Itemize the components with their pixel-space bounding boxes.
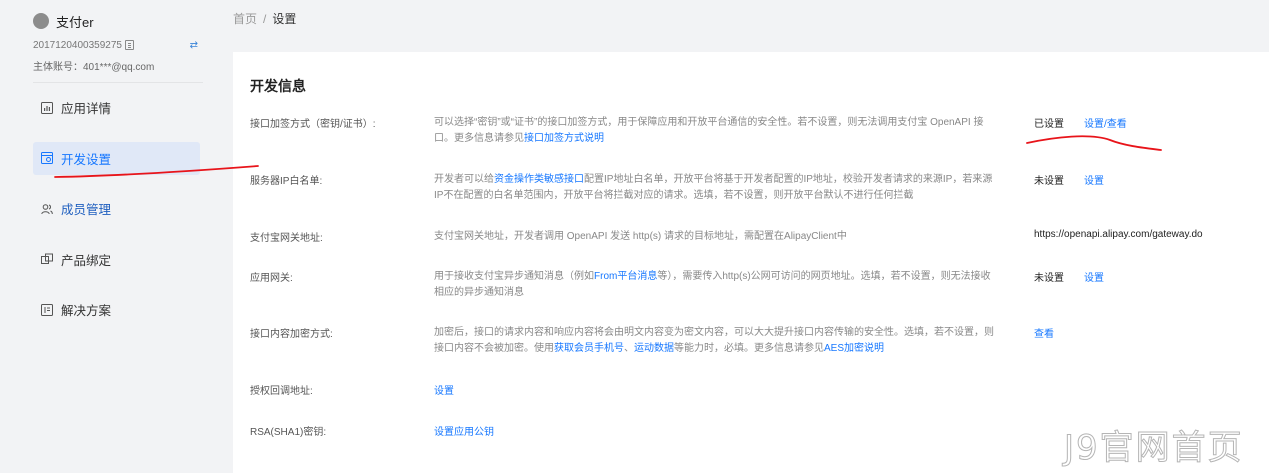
status-badge: 未设置 bbox=[1034, 273, 1064, 284]
callback-setup-link[interactable]: 设置 bbox=[434, 382, 454, 397]
row-description: 加密后，接口的请求内容和响应内容将会由明文内容变为密文内容，可以大大提升接口内容… bbox=[434, 327, 994, 354]
switch-app-icon[interactable]: ⇄ bbox=[190, 40, 198, 51]
sidebar-item-label: 产品绑定 bbox=[61, 253, 112, 268]
page-title: 开发信息 bbox=[250, 78, 306, 94]
sidebar-item-label: 开发设置 bbox=[61, 152, 112, 167]
app-avatar bbox=[33, 13, 49, 29]
member-phone-link[interactable]: 获取会员手机号 bbox=[554, 343, 624, 354]
row-description: 开发者可以给资金操作类敏感接口配置IP地址白名单，开放平台将基于开发者配置的IP… bbox=[434, 174, 993, 201]
sidebar-nav: 应用详情 开发设置 成员管理 产品绑定 解决方案 bbox=[33, 91, 200, 344]
breadcrumb-home[interactable]: 首页 bbox=[233, 12, 257, 26]
breadcrumb-separator: / bbox=[263, 12, 267, 26]
aes-doc-link[interactable]: AES加密说明 bbox=[824, 343, 884, 354]
sidebar-item-label: 应用详情 bbox=[61, 102, 112, 116]
gateway-url: https://openapi.alipay.com/gateway.do bbox=[1034, 229, 1203, 240]
row-label: RSA(SHA1)密钥: bbox=[250, 427, 327, 438]
sidebar-item-label: 成员管理 bbox=[61, 203, 112, 217]
app-header: 支付er 2017120400359275 ⇄ 主体账号：401***@qq.c… bbox=[33, 11, 203, 73]
app-id: 2017120400359275 bbox=[33, 39, 122, 51]
set-app-public-key-link[interactable]: 设置应用公钥 bbox=[434, 423, 494, 438]
row-description: 用于接收支付宝异步通知消息（例如From平台消息等），需要传入http(s)公网… bbox=[434, 271, 991, 298]
dev-settings-icon bbox=[41, 152, 53, 164]
sidebar: 支付er 2017120400359275 ⇄ 主体账号：401***@qq.c… bbox=[0, 0, 215, 473]
product-bind-icon bbox=[41, 253, 53, 265]
row-label: 授权回调地址: bbox=[250, 386, 313, 397]
copy-icon[interactable] bbox=[125, 40, 134, 50]
sidebar-item-solution[interactable]: 解决方案 bbox=[33, 293, 200, 326]
sport-data-link[interactable]: 运动数据 bbox=[634, 343, 674, 354]
watermark: J9官网首页 bbox=[1064, 428, 1244, 469]
app-name: 支付er bbox=[56, 14, 94, 30]
sensitive-api-link[interactable]: 资金操作类敏感接口 bbox=[494, 174, 584, 185]
row-description: 支付宝网关地址，开发者调用 OpenAPI 发送 http(s) 请求的目标地址… bbox=[434, 231, 847, 242]
platform-message-link[interactable]: From平台消息 bbox=[594, 271, 657, 282]
row-label: 支付宝网关地址: bbox=[250, 233, 323, 244]
ip-setup-link[interactable]: 设置 bbox=[1084, 172, 1104, 187]
sidebar-item-dev-settings[interactable]: 开发设置 bbox=[33, 141, 200, 175]
breadcrumb-current: 设置 bbox=[272, 12, 297, 26]
row-label: 接口内容加密方式: bbox=[250, 329, 333, 340]
row-label: 接口加签方式（密钥/证书）: bbox=[250, 119, 376, 130]
breadcrumb: 首页 / 设置 bbox=[233, 10, 296, 27]
sign-setup-view-link[interactable]: 设置/查看 bbox=[1084, 115, 1127, 130]
solution-icon bbox=[41, 303, 53, 316]
sidebar-divider bbox=[33, 82, 203, 83]
sidebar-item-product-bind[interactable]: 产品绑定 bbox=[33, 243, 200, 276]
app-detail-icon bbox=[41, 101, 53, 114]
dev-info-card: 开发信息 接口加签方式（密钥/证书）: 可以选择“密钥”或“证书”的接口加签方式… bbox=[233, 52, 1269, 473]
sidebar-item-label: 解决方案 bbox=[61, 304, 112, 318]
encryption-view-link[interactable]: 查看 bbox=[1034, 325, 1054, 340]
row-label: 服务器IP白名单: bbox=[250, 176, 323, 187]
status-badge: 未设置 bbox=[1034, 176, 1064, 187]
status-badge: 已设置 bbox=[1034, 119, 1064, 130]
row-label: 应用网关: bbox=[250, 273, 293, 284]
sidebar-item-app-detail[interactable]: 应用详情 bbox=[33, 91, 200, 124]
sign-method-doc-link[interactable]: 接口加签方式说明 bbox=[524, 133, 604, 144]
members-icon bbox=[41, 203, 53, 215]
app-gateway-setup-link[interactable]: 设置 bbox=[1084, 269, 1104, 284]
owner-account: 主体账号：401***@qq.com bbox=[33, 62, 155, 73]
row-description: 可以选择“密钥”或“证书”的接口加签方式，用于保障应用和开放平台通信的安全性。若… bbox=[434, 117, 984, 144]
sidebar-item-members[interactable]: 成员管理 bbox=[33, 192, 200, 225]
